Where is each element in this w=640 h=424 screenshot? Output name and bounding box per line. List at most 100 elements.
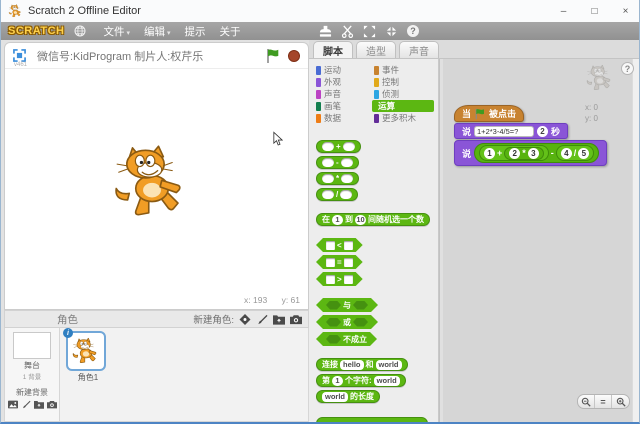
stage-header: v461 微信号:KidProgram 制片人:权芹乐 [5, 43, 308, 69]
palette-block[interactable]: + [316, 140, 361, 153]
language-globe-icon[interactable] [74, 25, 86, 37]
menu-edit[interactable]: 编辑▾ [137, 24, 178, 39]
green-flag-button[interactable] [265, 48, 281, 64]
tab-scripts[interactable]: 脚本 [313, 41, 353, 58]
menu-about[interactable]: 关于 [213, 24, 248, 39]
palette-block[interactable]: < [316, 238, 363, 252]
palette-block[interactable]: - [316, 156, 359, 169]
say-text-input[interactable]: 1+2*3-4/5=? [474, 126, 534, 137]
category-运算[interactable]: 运算 [372, 100, 434, 112]
operator-subtract-block[interactable]: 1+2*3-4/5 [474, 143, 599, 163]
grow-icon[interactable] [363, 25, 376, 38]
number-pill[interactable]: 4 [561, 148, 572, 159]
sprite-item[interactable]: i 角色1 [66, 331, 106, 383]
sprite-list: i 角色1 [60, 328, 308, 421]
shrink-icon[interactable] [385, 25, 398, 38]
stop-button[interactable] [288, 50, 300, 62]
category-外观[interactable]: 外观 [314, 76, 372, 88]
category-侦测[interactable]: 侦测 [372, 88, 434, 100]
text-field: hello [340, 360, 364, 370]
scripts-canvas[interactable]: x: 0 y: 0 当被点击说1+2*3-4/5=?2秒说1+2*3-4/5 [443, 59, 632, 422]
round-slot [322, 174, 334, 183]
sprites-panel: 舞台 1 背景 新建背景 i 角色1 [4, 328, 309, 422]
number-pill[interactable]: 1 [484, 148, 495, 159]
new-sprite-label: 新建角色: [193, 312, 234, 326]
palette-block[interactable]: 在1到10间随机选一个数 [316, 213, 430, 226]
palette-block[interactable]: * [316, 172, 359, 185]
menu-file[interactable]: 文件▾ [96, 24, 137, 39]
palette-block[interactable]: > [316, 272, 363, 286]
say-for-secs-block[interactable]: 说1+2*3-4/5=?2秒 [454, 123, 568, 139]
palette-block[interactable]: 不成立 [316, 332, 377, 346]
duration-input[interactable]: 2 [537, 126, 548, 137]
palette-block[interactable]: world的长度 [316, 390, 380, 403]
palette-block[interactable]: 与 [316, 298, 378, 312]
paint-brush-icon[interactable] [21, 400, 31, 409]
fullscreen-icon[interactable] [13, 49, 26, 62]
scratch-window: Scratch 2 Offline Editor – □ × SCRATCH 文… [0, 0, 640, 424]
round-slot [322, 158, 334, 167]
stage-selector[interactable]: 舞台 1 背景 新建背景 [5, 328, 60, 421]
category-控制[interactable]: 控制 [372, 76, 434, 88]
upload-folder-icon[interactable] [34, 400, 44, 409]
paint-brush-icon[interactable] [256, 314, 268, 325]
menu-tips-label: 提示 [185, 26, 206, 38]
camera-icon[interactable] [290, 314, 302, 325]
operator-multiply-block[interactable]: 2*3 [504, 147, 544, 160]
palette-block[interactable]: 或 [316, 315, 378, 329]
operator-add-block[interactable]: 1+2*3 [479, 145, 549, 161]
tab-sounds[interactable]: 声音 [399, 41, 439, 58]
menu-tips[interactable]: 提示 [178, 24, 213, 39]
upload-folder-icon[interactable] [273, 314, 285, 325]
maximize-button[interactable]: □ [579, 0, 610, 22]
sprite-x-readout: x: 0 [585, 103, 598, 112]
category-更多积木[interactable]: 更多积木 [372, 112, 434, 124]
category-运动[interactable]: 运动 [314, 64, 372, 76]
stage-thumbnail[interactable] [13, 332, 51, 359]
say-block[interactable]: 说1+2*3-4/5 [454, 140, 607, 166]
mouse-coordinates: x: 193 y: 61 [5, 295, 308, 309]
category-声音[interactable]: 声音 [314, 88, 372, 100]
palette-block[interactable]: 连接hello和world [316, 358, 408, 371]
zoom-in-button[interactable] [612, 395, 629, 408]
backdrop-library-icon[interactable] [8, 400, 18, 409]
number-pill[interactable]: 2 [509, 148, 520, 159]
number-pill[interactable]: 5 [578, 148, 589, 159]
round-slot [341, 158, 353, 167]
palette-block[interactable]: = [316, 255, 363, 269]
number-field: 10 [355, 215, 366, 225]
palette-block[interactable] [316, 417, 428, 422]
delete-scissors-icon[interactable] [341, 25, 354, 38]
sprites-header: 角色 新建角色: [4, 310, 309, 328]
zoom-reset-button[interactable]: = [595, 395, 612, 408]
boolean-slot [326, 335, 341, 344]
palette-block[interactable]: / [316, 188, 358, 201]
scratch-logo[interactable]: SCRATCH [8, 25, 64, 37]
scripts-scrollbar[interactable] [632, 59, 640, 422]
close-button[interactable]: × [610, 0, 640, 22]
tab-costumes[interactable]: 造型 [356, 41, 396, 58]
sprite-info-icon[interactable]: i [63, 328, 73, 338]
sprite-library-icon[interactable] [239, 314, 251, 325]
duplicate-stamp-icon[interactable] [319, 25, 332, 38]
operator-divide-block[interactable]: 4/5 [556, 145, 595, 161]
when-flag-clicked-block[interactable]: 当被点击 [454, 105, 524, 122]
block-help-icon[interactable]: ? [407, 25, 419, 37]
number-pill[interactable]: 3 [528, 148, 539, 159]
sprite-thumbnail[interactable] [66, 331, 106, 371]
palette-block[interactable]: 第1个字符:world [316, 374, 406, 387]
project-title: 微信号:KidProgram 制片人:权芹乐 [37, 48, 265, 64]
category-数据[interactable]: 数据 [314, 112, 372, 124]
square-slot [326, 258, 335, 267]
category-画笔[interactable]: 画笔 [314, 100, 372, 112]
window-title: Scratch 2 Offline Editor [28, 5, 141, 17]
stage-panel: v461 微信号:KidProgram 制片人:权芹乐 x: 193 y: 61 [4, 42, 309, 310]
category-事件[interactable]: 事件 [372, 64, 434, 76]
caret-down-icon: ▾ [167, 30, 171, 37]
minimize-button[interactable]: – [548, 0, 579, 22]
help-button[interactable]: ? [621, 62, 634, 75]
zoom-out-button[interactable] [578, 395, 595, 408]
cat-sprite[interactable] [110, 143, 194, 221]
category-color-swatch [316, 78, 321, 87]
camera-icon[interactable] [47, 400, 57, 409]
